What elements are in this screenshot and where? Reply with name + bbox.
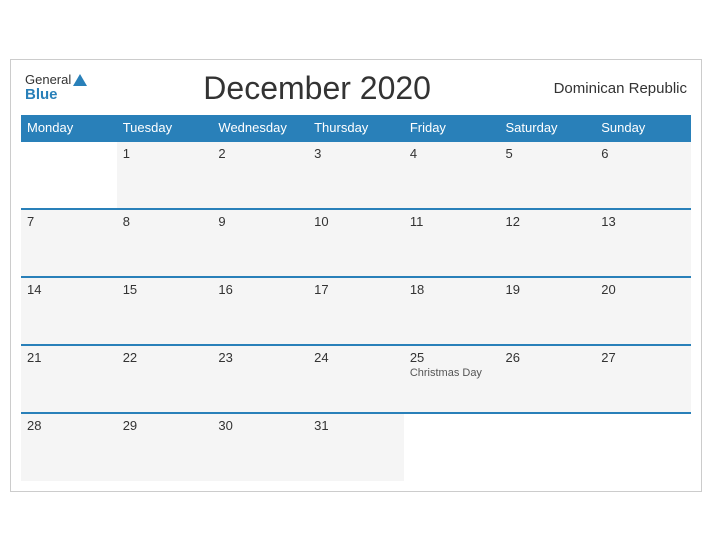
- calendar-cell: 15: [117, 277, 213, 345]
- day-number: 29: [123, 418, 207, 433]
- day-number: 17: [314, 282, 398, 297]
- calendar-table: MondayTuesdayWednesdayThursdayFridaySatu…: [21, 115, 691, 481]
- calendar-cell: 23: [212, 345, 308, 413]
- calendar-region: Dominican Republic: [547, 80, 687, 97]
- day-number: 24: [314, 350, 398, 365]
- event-label: Christmas Day: [410, 367, 494, 379]
- calendar-week-row: 123456: [21, 141, 691, 209]
- calendar-title: December 2020: [87, 70, 547, 107]
- calendar-cell: 14: [21, 277, 117, 345]
- day-number: 9: [218, 214, 302, 229]
- calendar-cell: 9: [212, 209, 308, 277]
- day-number: 30: [218, 418, 302, 433]
- day-number: 26: [506, 350, 590, 365]
- day-number: 6: [601, 146, 685, 161]
- calendar-cell: 20: [595, 277, 691, 345]
- weekday-header-saturday: Saturday: [500, 115, 596, 141]
- calendar-cell: 2: [212, 141, 308, 209]
- calendar-cell: 7: [21, 209, 117, 277]
- day-number: 4: [410, 146, 494, 161]
- day-number: 20: [601, 282, 685, 297]
- day-number: 19: [506, 282, 590, 297]
- logo-general-text: General: [25, 73, 71, 87]
- weekday-header-thursday: Thursday: [308, 115, 404, 141]
- calendar-cell: 24: [308, 345, 404, 413]
- day-number: 15: [123, 282, 207, 297]
- weekday-header-wednesday: Wednesday: [212, 115, 308, 141]
- day-number: 27: [601, 350, 685, 365]
- calendar-cell: [404, 413, 500, 481]
- logo-triangle-icon: [73, 74, 87, 86]
- weekday-header-monday: Monday: [21, 115, 117, 141]
- calendar-week-row: 28 29 30 31: [21, 413, 691, 481]
- day-number: 10: [314, 214, 398, 229]
- day-number: 11: [410, 214, 494, 229]
- day-number: 2: [218, 146, 302, 161]
- calendar-cell: 1: [117, 141, 213, 209]
- calendar-container: General Blue December 2020 Dominican Rep…: [10, 59, 702, 492]
- day-number: 22: [123, 350, 207, 365]
- weekday-header-row: MondayTuesdayWednesdayThursdayFridaySatu…: [21, 115, 691, 141]
- calendar-cell: [21, 141, 117, 209]
- calendar-cell: [500, 413, 596, 481]
- day-number: 7: [27, 214, 111, 229]
- day-number: 31: [314, 418, 398, 433]
- day-number: 18: [410, 282, 494, 297]
- calendar-week-row: 789 10 11 12 13: [21, 209, 691, 277]
- calendar-cell: [595, 413, 691, 481]
- calendar-cell: 3: [308, 141, 404, 209]
- calendar-cell: 29: [117, 413, 213, 481]
- logo: General Blue: [25, 73, 87, 104]
- calendar-cell: 31: [308, 413, 404, 481]
- calendar-cell: 10: [308, 209, 404, 277]
- calendar-cell: 17: [308, 277, 404, 345]
- calendar-cell: 26: [500, 345, 596, 413]
- calendar-cell: 5: [500, 141, 596, 209]
- calendar-cell: 27: [595, 345, 691, 413]
- day-number: 8: [123, 214, 207, 229]
- day-number: 5: [506, 146, 590, 161]
- calendar-cell: 22: [117, 345, 213, 413]
- calendar-cell: 21: [21, 345, 117, 413]
- calendar-cell: 6: [595, 141, 691, 209]
- day-number: 1: [123, 146, 207, 161]
- weekday-header-friday: Friday: [404, 115, 500, 141]
- calendar-cell: 11: [404, 209, 500, 277]
- day-number: 25: [410, 350, 494, 365]
- calendar-cell: 16: [212, 277, 308, 345]
- day-number: 3: [314, 146, 398, 161]
- calendar-week-row: 14 15 16 17 18 19 20: [21, 277, 691, 345]
- calendar-cell: 8: [117, 209, 213, 277]
- day-number: 21: [27, 350, 111, 365]
- calendar-cell: 4: [404, 141, 500, 209]
- day-number: 23: [218, 350, 302, 365]
- calendar-cell: 18: [404, 277, 500, 345]
- day-number: 16: [218, 282, 302, 297]
- calendar-week-row: 21 22 23 24 25 Christmas Day 26 27: [21, 345, 691, 413]
- weekday-header-tuesday: Tuesday: [117, 115, 213, 141]
- day-number: 14: [27, 282, 111, 297]
- weekday-header-sunday: Sunday: [595, 115, 691, 141]
- calendar-header: General Blue December 2020 Dominican Rep…: [21, 70, 691, 107]
- day-number: 28: [27, 418, 111, 433]
- calendar-cell: 25 Christmas Day: [404, 345, 500, 413]
- day-number: 13: [601, 214, 685, 229]
- logo-blue-text: Blue: [25, 87, 87, 104]
- calendar-cell: 30: [212, 413, 308, 481]
- calendar-cell: 12: [500, 209, 596, 277]
- day-number: 12: [506, 214, 590, 229]
- calendar-cell: 19: [500, 277, 596, 345]
- calendar-cell: 13: [595, 209, 691, 277]
- calendar-cell: 28: [21, 413, 117, 481]
